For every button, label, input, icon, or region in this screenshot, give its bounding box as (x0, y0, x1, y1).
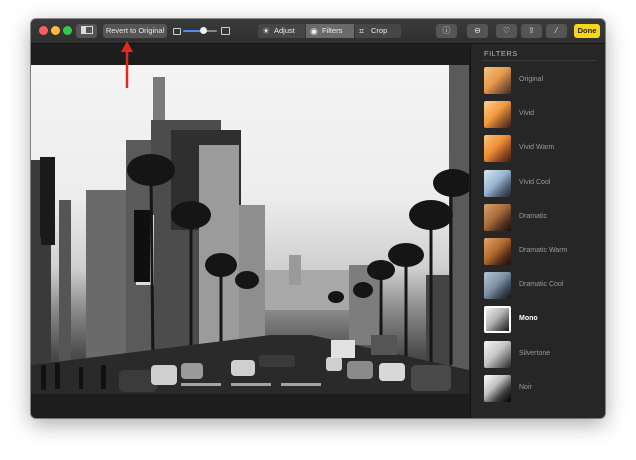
filter-item-vivid-warm[interactable]: Vivid Warm (482, 134, 600, 166)
share-icon: ⇪ (528, 26, 535, 35)
filter-item-dramatic-cool[interactable]: Dramatic Cool (482, 271, 600, 303)
sidebar-divider (482, 60, 596, 61)
sidebar-icon (80, 26, 93, 34)
minimize-window-button[interactable] (51, 26, 60, 35)
filter-item-dramatic[interactable]: Dramatic (482, 203, 600, 235)
zoom-slider-knob[interactable] (200, 27, 208, 34)
filter-thumbnail[interactable] (484, 340, 511, 368)
tab-filters-label: Filters (322, 26, 343, 35)
filter-item-silvertone[interactable]: Silvertone (482, 340, 600, 372)
filter-label: Dramatic Warm (519, 247, 568, 254)
info-icon: ⓘ (442, 26, 451, 35)
remove-button[interactable]: ⊖ (467, 24, 488, 38)
revert-to-original-button[interactable]: Revert to Original (103, 24, 167, 38)
filter-thumbnail[interactable] (484, 306, 511, 334)
filter-thumbnail[interactable] (484, 272, 511, 300)
filters-icon: ◉ (310, 26, 318, 36)
zoom-in-icon (221, 27, 230, 35)
filter-thumbnail[interactable] (484, 135, 511, 163)
photo-canvas (31, 44, 469, 418)
filters-sidebar: FILTERS Original Vivid Vivid Warm Vivid Coo… (470, 44, 605, 418)
filter-label: Dramatic Cool (519, 281, 564, 289)
close-window-button[interactable] (39, 26, 48, 35)
info-button[interactable]: ⓘ (436, 24, 457, 38)
filter-item-vivid-cool[interactable]: Vivid Cool (482, 169, 600, 201)
filter-thumbnail[interactable] (484, 169, 511, 197)
zoom-slider-track[interactable] (183, 27, 217, 34)
sidebar-title: FILTERS (484, 49, 518, 58)
filter-thumbnail[interactable] (484, 238, 511, 265)
filter-label: Vivid (519, 110, 535, 118)
tab-crop[interactable]: ⌗ Crop (355, 24, 401, 38)
filter-item-dramatic-warm[interactable]: Dramatic Warm (482, 237, 600, 269)
filter-thumbnail[interactable] (484, 67, 511, 94)
filter-label: Mono (519, 315, 538, 323)
sidebar-toggle-button[interactable] (76, 24, 97, 38)
magic-wand-icon: ⁄ (555, 26, 558, 35)
tab-filters[interactable]: ◉ Filters (306, 24, 354, 38)
share-button[interactable]: ⇪ (521, 24, 542, 38)
fullscreen-window-button[interactable] (63, 26, 72, 35)
heart-icon: ♡ (502, 26, 511, 35)
done-button[interactable]: Done (574, 24, 600, 38)
tab-crop-label: Crop (371, 26, 388, 35)
filter-thumbnail[interactable] (484, 203, 511, 231)
filter-label: Vivid Warm (519, 144, 555, 152)
filter-item-vivid[interactable]: Vivid (482, 100, 600, 132)
red-arrow-icon (121, 41, 133, 88)
filter-label: Noir (519, 383, 532, 391)
crop-icon: ⌗ (359, 26, 365, 36)
filter-thumbnail[interactable] (484, 101, 511, 129)
filter-label: Silvertone (519, 349, 551, 357)
filter-thumbnail[interactable] (484, 374, 511, 402)
filter-label: Vivid Cool (519, 178, 551, 186)
filter-item-noir[interactable]: Noir (482, 374, 600, 406)
auto-enhance-button[interactable]: ⁄ (546, 24, 567, 38)
filter-label: Original (519, 76, 544, 83)
filter-item-original[interactable]: Original (482, 66, 600, 98)
zoom-out-icon (173, 28, 181, 35)
tab-adjust-label: Adjust (274, 26, 295, 35)
tab-adjust[interactable]: ☀ Adjust (258, 24, 305, 38)
street-photo-image (31, 65, 469, 394)
filter-label: Dramatic (519, 212, 548, 220)
sun-icon: ☀ (262, 26, 271, 36)
filter-item-mono[interactable]: Mono (482, 305, 600, 337)
remove-icon: ⊖ (474, 26, 481, 35)
zoom-slider[interactable] (173, 24, 230, 38)
photo[interactable] (31, 65, 469, 394)
favorite-button[interactable]: ♡ (496, 24, 517, 38)
